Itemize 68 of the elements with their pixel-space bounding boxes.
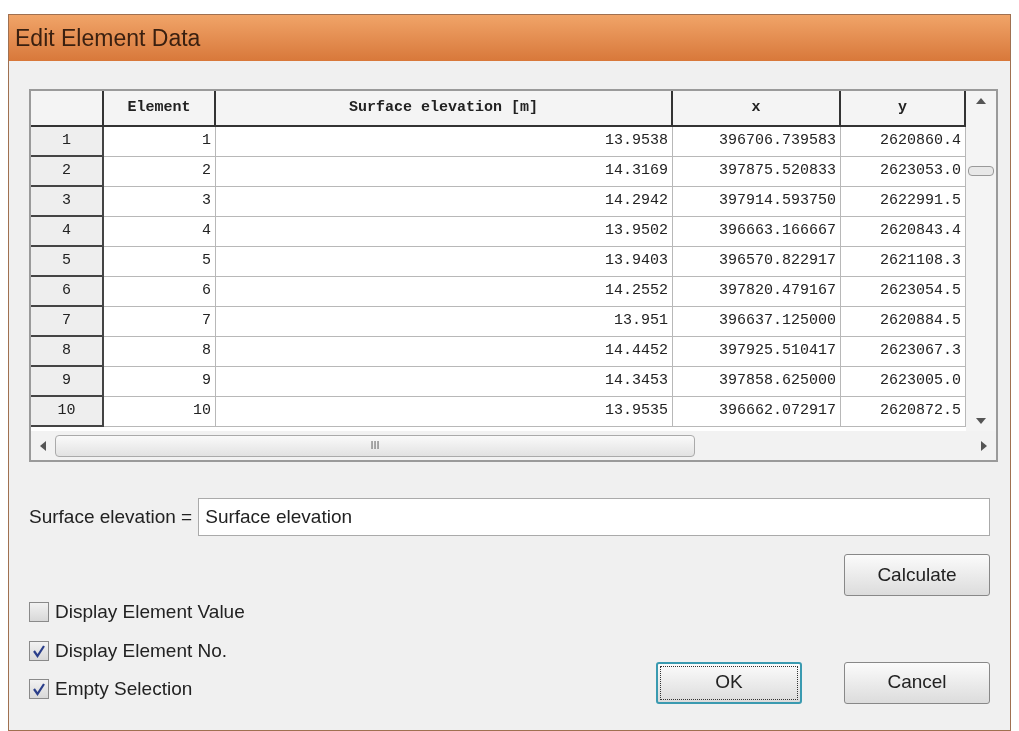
table-cell: 14.4452 [216,337,673,367]
scroll-right-icon[interactable] [980,439,988,452]
row-header[interactable]: 4 [31,217,104,247]
checkbox-label: Display Element No. [55,638,228,663]
row-header[interactable]: 6 [31,277,104,307]
table-cell: 4 [104,217,216,247]
table-cell: 396637.125000 [673,307,841,337]
table-cell: 396570.822917 [673,247,841,277]
dialog-button[interactable]: Cancel [844,661,990,704]
scroll-down-icon[interactable] [975,417,987,425]
grip-text: III [370,438,380,454]
table-cell: 2 [104,157,216,187]
table-cell: 397875.520833 [673,157,841,187]
table-cell: 396663.166667 [673,217,841,247]
row-header[interactable]: 2 [31,157,104,187]
table-cell: 13.951 [216,307,673,337]
row-header[interactable]: 7 [31,307,104,337]
checkmark-icon [32,682,46,697]
checkbox-label: Display Element Value [55,600,245,624]
corner-header[interactable] [31,91,104,127]
table-cell: 8 [104,337,216,367]
row-header[interactable]: 10 [31,397,104,427]
checkbox-label: Empty Selection [55,677,193,701]
formula-field[interactable]: Surface elevation [198,498,990,536]
table-cell: 397820.479167 [673,277,841,307]
column-header[interactable]: y [841,91,966,127]
checkbox[interactable] [29,640,49,661]
row-header[interactable]: 1 [31,127,104,157]
vertical-scrollbar[interactable] [966,91,996,431]
table-cell: 14.3453 [216,367,673,397]
table-cell: 13.9403 [216,247,673,277]
table-cell: 397858.625000 [673,367,841,397]
row-header[interactable]: 8 [31,337,104,367]
formula-label: Surface elevation = [29,504,193,529]
table-cell: 396662.072917 [673,397,841,427]
table-cell: 5 [104,247,216,277]
table-cell: 9 [104,367,216,397]
checkbox[interactable] [29,679,49,700]
table-cell: 1 [104,127,216,157]
table-cell: 14.2552 [216,277,673,307]
horizontal-scrollbar[interactable]: III [31,431,996,460]
table-cell: 6 [104,277,216,307]
column-header[interactable]: x [673,91,841,127]
table-cell: 13.9538 [216,127,673,157]
column-header[interactable]: Element [104,91,216,127]
table-cell: 3 [104,187,216,217]
table-cell: 10 [104,397,216,427]
row-header[interactable]: 9 [31,367,104,397]
table-cell: 13.9535 [216,397,673,427]
checkmark-icon [32,643,46,658]
dialog-button[interactable]: OK [656,661,802,704]
table-cell: 7 [104,307,216,337]
scroll-thumb[interactable] [968,166,994,176]
table-cell: 396706.739583 [673,127,841,157]
table-cell: 397925.510417 [673,337,841,367]
calculate-button[interactable]: Calculate [844,554,990,596]
column-header[interactable]: Surface elevation [m] [216,91,673,127]
window-title: Edit Element Data [15,23,201,53]
table-cell: 397914.593750 [673,187,841,217]
scroll-thumb[interactable]: III [55,434,695,457]
row-header[interactable]: 5 [31,247,104,277]
row-header[interactable]: 3 [31,187,104,217]
table-cell: 14.3169 [216,157,673,187]
table-cell: 13.9502 [216,217,673,247]
scroll-up-icon[interactable] [975,97,987,105]
scroll-left-icon[interactable] [39,439,47,452]
table-cell: 14.2942 [216,187,673,217]
checkbox[interactable] [29,602,49,623]
